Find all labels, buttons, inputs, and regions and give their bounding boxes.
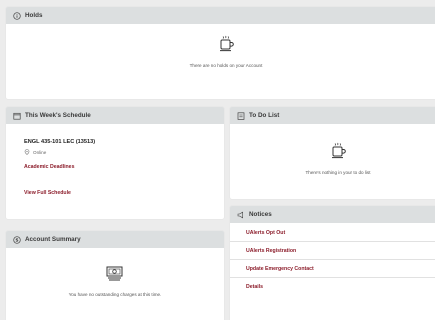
course-location-label: Online — [33, 149, 47, 155]
notices-header: Notices — [230, 206, 435, 223]
todo-title: To Do List — [249, 112, 280, 119]
schedule-title: This Week's Schedule — [25, 112, 91, 119]
ualerts-registration-link[interactable]: UAlerts Registration — [246, 248, 296, 254]
info-circle-icon — [13, 11, 21, 20]
notices-card: Notices UAlerts Opt Out UAlerts Registra… — [230, 206, 435, 320]
details-link[interactable]: Details — [246, 284, 263, 290]
notice-row: Details — [230, 278, 435, 296]
update-emergency-contact-link[interactable]: Update Emergency Contact — [246, 266, 314, 272]
view-full-schedule-link[interactable]: View Full Schedule — [24, 190, 224, 196]
academic-deadlines-link[interactable]: Academic Deadlines — [24, 164, 224, 170]
account-summary-empty-text: You have no outstanding charges at this … — [68, 292, 162, 297]
holds-header: Holds — [6, 7, 435, 24]
account-summary-card: $ Account Summary You have no outstandin… — [6, 231, 224, 320]
notice-row: UAlerts Registration — [230, 242, 435, 260]
schedule-card: This Week's Schedule ENGL 435-101 LEC (1… — [6, 107, 224, 219]
course-location: Online — [24, 149, 224, 155]
todo-empty-text: There's nothing in your to do list — [305, 170, 371, 175]
money-bills-icon — [105, 264, 125, 287]
svg-text:$: $ — [15, 237, 18, 243]
holds-card: Holds There are no holds on your Account — [6, 7, 435, 99]
course-title: ENGL 435-101 LEC (13513) — [24, 139, 96, 145]
todo-card: To Do List There's nothing in your to do… — [230, 107, 435, 199]
notices-title: Notices — [249, 211, 272, 218]
dollar-circle-icon: $ — [13, 235, 21, 244]
account-summary-header: $ Account Summary — [6, 231, 224, 248]
checklist-icon — [237, 111, 245, 120]
notice-row: Update Emergency Contact — [230, 260, 435, 278]
todo-header: To Do List — [230, 107, 435, 124]
schedule-header: This Week's Schedule — [6, 107, 224, 124]
calendar-icon — [13, 112, 21, 120]
location-pin-icon — [24, 149, 30, 155]
account-summary-title: Account Summary — [25, 236, 81, 243]
megaphone-icon — [237, 211, 245, 219]
holds-empty-text: There are no holds on your Account — [189, 63, 263, 68]
notice-row: UAlerts Opt Out — [230, 224, 435, 242]
holds-title: Holds — [25, 12, 43, 19]
coffee-cup-icon — [329, 142, 347, 165]
ualerts-opt-out-link[interactable]: UAlerts Opt Out — [246, 230, 285, 236]
coffee-cup-icon — [217, 35, 235, 58]
